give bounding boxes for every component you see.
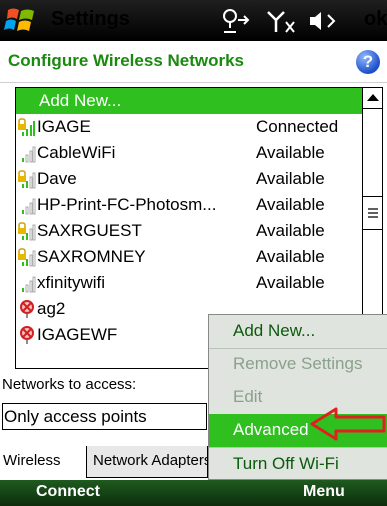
menu-item-add-new[interactable]: Add New...: [209, 315, 387, 348]
network-row[interactable]: SAXROMNEY Available: [16, 244, 362, 270]
secured-signal-icon: [18, 170, 36, 189]
network-status: Available: [256, 273, 325, 292]
network-status: Connected: [256, 117, 339, 136]
network-name: SAXROMNEY: [37, 247, 146, 266]
network-status: Available: [256, 143, 325, 162]
ok-button[interactable]: ok: [364, 8, 387, 31]
page-title: Configure Wireless Networks: [8, 51, 245, 70]
secured-signal-icon: [18, 118, 35, 136]
network-status: Available: [256, 169, 325, 188]
connectivity-icon: [223, 9, 250, 33]
window-title: Settings: [51, 8, 130, 30]
network-name: IGAGEWF: [37, 325, 118, 344]
network-row[interactable]: SAXRGUEST Available: [16, 218, 362, 244]
network-status: Available: [256, 195, 325, 214]
network-name: IGAGE: [37, 117, 91, 136]
annotation-arrow-icon: [310, 407, 386, 441]
network-row[interactable]: xfinitywifi Available: [16, 270, 362, 296]
network-name: Dave: [37, 169, 77, 188]
network-row[interactable]: CableWiFi Available: [16, 140, 362, 166]
connect-softkey[interactable]: Connect: [36, 483, 100, 501]
scroll-up-arrow-icon[interactable]: [363, 88, 383, 109]
tab-network-adapters[interactable]: Network Adapters: [86, 446, 208, 478]
signal-off-icon: [267, 11, 295, 33]
network-status: Available: [256, 247, 325, 266]
windows-start-icon[interactable]: [4, 4, 38, 36]
networks-to-access-label: Networks to access:: [2, 376, 137, 393]
unavailable-network-icon: [20, 326, 34, 344]
network-name: xfinitywifi: [37, 273, 106, 292]
network-row[interactable]: HP-Print-FC-Photosm... Available: [16, 192, 362, 218]
add-new-network-item[interactable]: Add New...: [16, 88, 362, 114]
secured-signal-icon: [18, 222, 36, 241]
network-row[interactable]: IGAGE Connected: [16, 114, 362, 140]
add-new-label: Add New...: [39, 91, 122, 110]
tab-wireless[interactable]: Wireless: [0, 446, 86, 478]
status-icons[interactable]: [220, 6, 360, 36]
divider: [0, 82, 387, 83]
network-row[interactable]: Dave Available: [16, 166, 362, 192]
help-icon[interactable]: ?: [356, 50, 380, 74]
volume-mute-icon: [310, 12, 336, 30]
networks-to-access-select[interactable]: Only access points: [2, 403, 207, 430]
secured-signal-icon: [18, 248, 36, 267]
open-signal-icon: [22, 146, 36, 163]
unavailable-network-icon: [20, 300, 34, 318]
open-signal-icon: [22, 276, 36, 293]
network-name: ag2: [37, 299, 66, 318]
network-status: Available: [256, 221, 325, 240]
network-name: CableWiFi: [37, 143, 116, 162]
network-name: SAXRGUEST: [37, 221, 142, 240]
open-signal-icon: [22, 198, 36, 215]
network-name: HP-Print-FC-Photosm...: [37, 195, 217, 214]
menu-item-turn-off-wifi[interactable]: Turn Off Wi-Fi: [209, 448, 387, 481]
context-menu: Add New... Remove Settings Edit Advanced…: [208, 314, 387, 480]
menu-softkey[interactable]: Menu: [303, 483, 345, 501]
scroll-thumb[interactable]: [363, 196, 383, 230]
menu-item-remove-settings: Remove Settings: [233, 354, 363, 373]
